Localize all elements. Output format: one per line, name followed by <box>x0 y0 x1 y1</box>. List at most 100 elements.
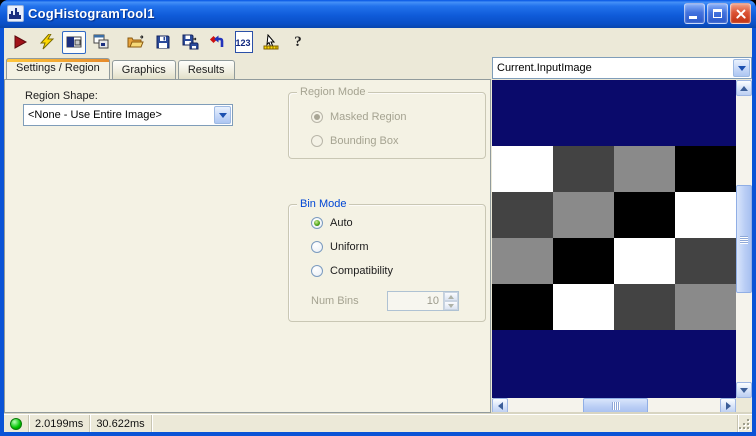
settings-region-tab-page: Region Shape: <None - Use Entire Image> … <box>4 79 491 413</box>
num-bins-down-button <box>444 301 458 310</box>
num-bins-value: 10 <box>426 295 439 307</box>
checker-cell <box>492 192 553 238</box>
window-content: 123 ? Settings / Region Graphics Results <box>4 28 752 432</box>
checker-cell <box>553 192 614 238</box>
help-button[interactable]: ? <box>286 30 310 54</box>
image-display-toggle-icon <box>66 36 82 48</box>
tab-strip: Settings / Region Graphics Results <box>6 58 237 79</box>
region-mode-group-title: Region Mode <box>297 86 369 98</box>
float-display-icon <box>93 34 109 49</box>
maximize-button[interactable] <box>707 2 728 24</box>
histogram-app-icon <box>7 4 24 22</box>
bin-mode-group-title: Bin Mode <box>297 198 350 210</box>
compatibility-radio[interactable] <box>311 265 323 277</box>
uniform-radio-row: Uniform <box>311 241 369 253</box>
status-led <box>10 417 22 430</box>
electric-cursor-icon <box>263 34 279 50</box>
bounding-box-label: Bounding Box <box>330 135 399 147</box>
chevron-down-icon <box>740 387 748 393</box>
chevron-right-icon <box>725 402 731 410</box>
help-icon: ? <box>294 33 302 50</box>
title-bar[interactable]: CogHistogramTool1 <box>0 0 756 28</box>
results-123-icon: 123 <box>235 31 253 53</box>
close-button[interactable] <box>730 2 751 24</box>
uniform-radio[interactable] <box>311 241 323 253</box>
num-bins-label: Num Bins <box>311 295 359 307</box>
checker-cell <box>614 284 675 330</box>
chevron-down-icon <box>448 303 454 308</box>
region-shape-dropdown-button[interactable] <box>214 106 231 124</box>
image-display[interactable] <box>492 80 736 398</box>
horizontal-scroll-thumb[interactable] <box>583 398 648 414</box>
image-source-value: Current.InputImage <box>497 62 592 74</box>
image-panel <box>492 80 752 414</box>
reset-button[interactable] <box>205 30 229 54</box>
checker-cell <box>492 238 553 284</box>
status-time-2: 30.622ms <box>90 415 152 432</box>
float-display-button[interactable] <box>89 30 113 54</box>
auto-radio-row: Auto <box>311 217 353 229</box>
checker-cell <box>614 146 675 192</box>
num-bins-up-button <box>444 292 458 301</box>
image-source-combobox[interactable]: Current.InputImage <box>492 57 752 79</box>
results-button[interactable]: 123 <box>232 30 256 54</box>
app-window: CogHistogramTool1 123 ? Settings / Regio… <box>0 0 756 436</box>
bin-mode-groupbox: Bin Mode Auto Uniform Compatibility Num … <box>288 198 486 322</box>
reset-icon <box>209 35 224 47</box>
checker-cell <box>675 238 736 284</box>
masked-region-radio-row: Masked Region <box>311 111 406 123</box>
electric-run-button[interactable] <box>35 30 59 54</box>
masked-region-radio <box>311 111 323 123</box>
vertical-scrollbar[interactable] <box>736 80 752 398</box>
horizontal-scrollbar[interactable] <box>492 398 736 414</box>
toolbar: 123 ? <box>4 28 752 56</box>
checker-cell <box>492 284 553 330</box>
tab-graphics[interactable]: Graphics <box>111 60 176 79</box>
scroll-up-button[interactable] <box>736 80 752 96</box>
maximize-icon <box>713 8 722 18</box>
scroll-left-button[interactable] <box>492 398 508 414</box>
compatibility-radio-row: Compatibility <box>311 265 393 277</box>
resize-grip[interactable] <box>738 415 752 432</box>
image-source-dropdown-button[interactable] <box>733 59 750 77</box>
bounding-box-radio <box>311 135 323 147</box>
checker-cell <box>553 284 614 330</box>
scroll-down-button[interactable] <box>736 382 752 398</box>
auto-radio[interactable] <box>311 217 323 229</box>
electric-cursor-button[interactable] <box>259 30 283 54</box>
scroll-right-button[interactable] <box>720 398 736 414</box>
save-as-button[interactable] <box>178 30 202 54</box>
checker-cell <box>675 146 736 192</box>
auto-label: Auto <box>330 217 353 229</box>
window-controls <box>684 2 751 24</box>
minimize-button[interactable] <box>684 2 705 24</box>
image-display-toggle-button[interactable] <box>62 30 86 54</box>
open-file-button[interactable] <box>124 30 148 54</box>
chevron-up-icon <box>740 85 748 91</box>
vertical-scroll-thumb[interactable] <box>736 185 752 293</box>
checker-cell <box>614 192 675 238</box>
checker-cell <box>614 238 675 284</box>
region-shape-label: Region Shape: <box>25 90 98 102</box>
masked-region-label: Masked Region <box>330 111 407 123</box>
save-icon <box>156 35 170 49</box>
checker-cell <box>675 192 736 238</box>
region-shape-combobox[interactable]: <None - Use Entire Image> <box>23 104 233 126</box>
chevron-down-icon <box>737 65 746 71</box>
run-icon <box>14 35 28 49</box>
checker-grid <box>492 146 736 330</box>
status-bar: 2.0199ms 30.622ms <box>4 414 752 432</box>
run-button[interactable] <box>8 30 32 54</box>
checker-cell <box>492 146 553 192</box>
region-shape-value: <None - Use Entire Image> <box>28 109 162 121</box>
chevron-up-icon <box>448 294 454 299</box>
checker-cell <box>553 146 614 192</box>
tab-settings-region[interactable]: Settings / Region <box>6 58 110 79</box>
save-button[interactable] <box>151 30 175 54</box>
window-title: CogHistogramTool1 <box>28 5 155 21</box>
num-bins-spinner: 10 <box>387 291 459 311</box>
checker-cell <box>553 238 614 284</box>
scrollbar-corner <box>736 398 752 414</box>
compatibility-label: Compatibility <box>330 265 393 277</box>
tab-results[interactable]: Results <box>177 60 235 79</box>
